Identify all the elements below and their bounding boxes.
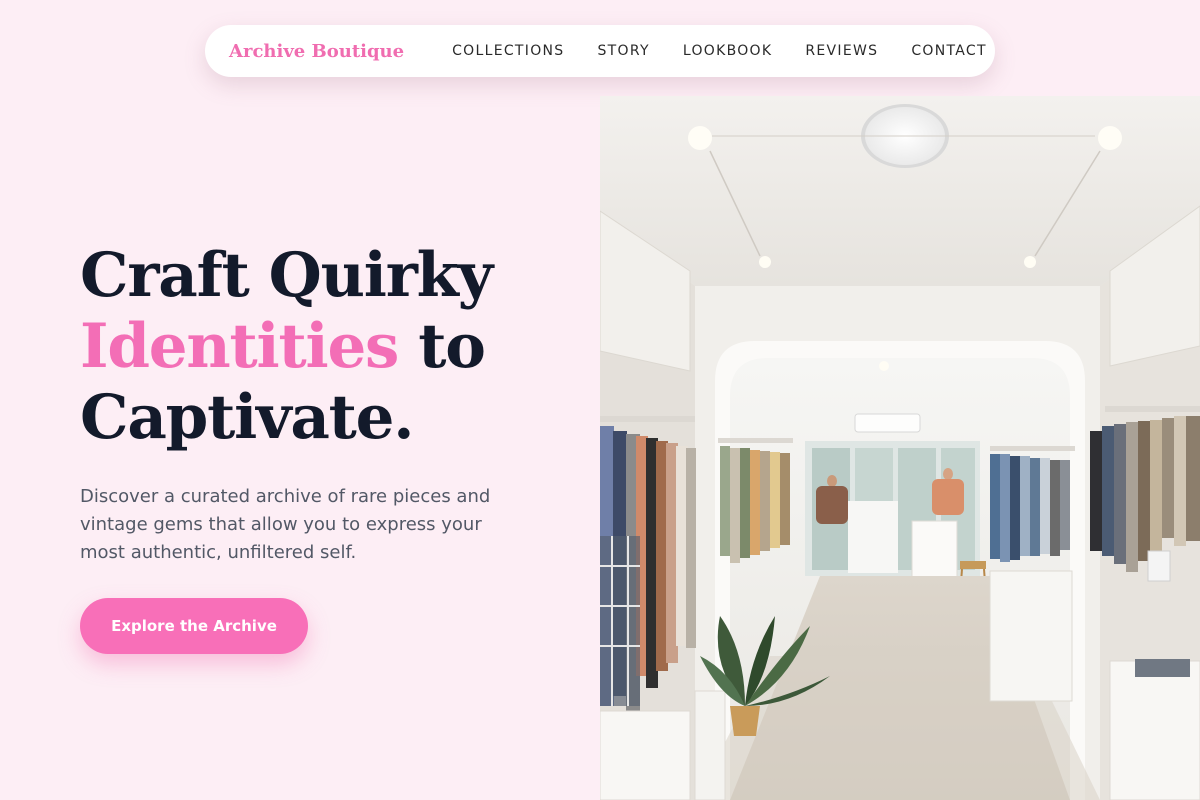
headline-line-1: Craft Quirky (80, 240, 493, 311)
boutique-interior-photo (600, 96, 1200, 800)
brand-logo-link[interactable]: Archive Boutique (229, 41, 404, 62)
hero-section: Craft Quirky Identities to Captivate. (80, 240, 560, 453)
explore-archive-button[interactable]: Explore the Archive (80, 598, 308, 654)
nav-link-story[interactable]: STORY (598, 43, 650, 59)
top-navigation: Archive Boutique COLLECTIONS STORY LOOKB… (205, 25, 995, 77)
nav-link-collections[interactable]: COLLECTIONS (452, 43, 564, 59)
nav-links: COLLECTIONS STORY LOOKBOOK REVIEWS CONTA… (452, 43, 987, 59)
nav-link-reviews[interactable]: REVIEWS (805, 43, 878, 59)
nav-link-contact[interactable]: CONTACT (911, 43, 987, 59)
headline-line-3: Captivate. (80, 382, 414, 453)
headline-line-2-rest: to (398, 311, 486, 382)
headline-accent-word: Identities (80, 311, 399, 382)
nav-link-lookbook[interactable]: LOOKBOOK (683, 43, 773, 59)
hero-headline: Craft Quirky Identities to Captivate. (80, 240, 560, 453)
hero-description: Discover a curated archive of rare piece… (80, 486, 491, 563)
